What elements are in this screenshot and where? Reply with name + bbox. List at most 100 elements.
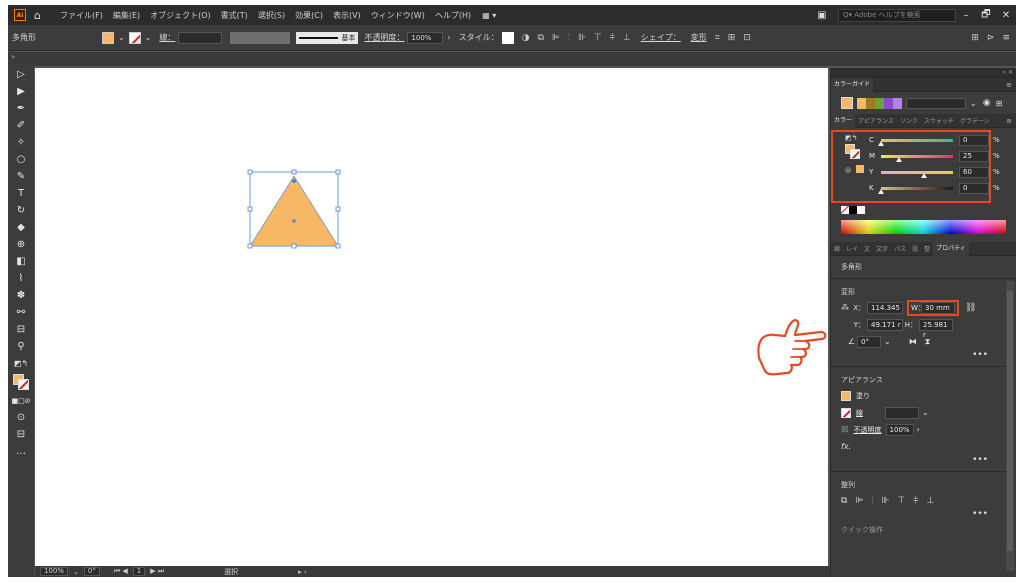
tab-character-styles[interactable]: 文字 xyxy=(873,244,891,253)
corner-widget[interactable] xyxy=(292,179,296,183)
tab-stroke[interactable]: 線 xyxy=(831,244,843,253)
direct-selection-tool-icon[interactable]: ▶ xyxy=(8,83,34,100)
appearance-more-button[interactable]: ••• xyxy=(831,455,1016,467)
eyedropper-tool-icon[interactable]: ⌇ xyxy=(8,270,34,287)
panel-menu-icon[interactable]: ≡ xyxy=(1006,81,1012,89)
opacity-input-panel[interactable]: 100% xyxy=(885,423,914,436)
anchor-point-tool-icon[interactable]: ✧ xyxy=(8,134,34,151)
flip-horizontal-icon[interactable]: ⧓ xyxy=(909,337,917,346)
angle-input[interactable]: 0° xyxy=(857,335,881,348)
black-swatch[interactable] xyxy=(849,206,857,214)
magenta-slider[interactable] xyxy=(881,154,953,162)
blend-tool-icon[interactable]: ⚯ xyxy=(8,304,34,321)
tab-character[interactable]: 文 xyxy=(861,244,873,253)
angle-dropdown-icon[interactable]: ⌄ xyxy=(884,337,891,346)
harmony-strip[interactable] xyxy=(857,97,902,109)
shape-builder-tool-icon[interactable]: ⊕ xyxy=(8,236,34,253)
tab-swatches[interactable]: スウォッチ xyxy=(921,116,957,125)
color-panel-menu-icon[interactable]: ≡ xyxy=(1006,117,1012,125)
white-swatch[interactable] xyxy=(857,206,865,214)
stroke-swatch[interactable] xyxy=(128,31,141,44)
opacity-label[interactable]: 不透明度： xyxy=(364,32,404,43)
menu-help[interactable]: ヘルプ(H) xyxy=(430,10,476,21)
tab-paragraph[interactable]: 段 xyxy=(909,244,921,253)
y-input[interactable]: 49.171 r xyxy=(867,318,903,331)
panel-scroll-thumb[interactable] xyxy=(1007,291,1013,551)
paintbrush-tool-icon[interactable]: ✎ xyxy=(8,168,34,185)
triangle-shape[interactable] xyxy=(249,175,339,247)
panel-align-middle-icon[interactable]: ⫩ xyxy=(913,496,918,506)
out-of-gamut-icon[interactable]: ◎ xyxy=(845,166,851,174)
align-right-icon[interactable]: ⊪ xyxy=(578,33,586,43)
transform-each-icon[interactable]: ⌗ xyxy=(715,33,720,43)
align-middle-icon[interactable]: ⫩ xyxy=(610,33,615,43)
brush-definition-select[interactable]: 基本 xyxy=(296,31,359,44)
tab-appearance[interactable]: アピアランス xyxy=(855,116,897,125)
fill-dropdown-icon[interactable]: ⌄ xyxy=(118,33,125,42)
tab-links[interactable]: リンク xyxy=(897,116,921,125)
shape-link[interactable]: シェイプ： xyxy=(641,32,681,43)
h-input[interactable]: 25.981 r xyxy=(919,318,953,339)
tab-properties[interactable]: プロパティ xyxy=(933,241,969,256)
align-left-icon[interactable]: ⊫ xyxy=(552,33,560,43)
fill-swatch[interactable] xyxy=(102,31,114,44)
close-button[interactable]: ✕ xyxy=(996,10,1016,21)
screen-mode-icon[interactable]: ⊟ xyxy=(8,426,34,443)
curvature-tool-icon[interactable]: ✐ xyxy=(8,117,34,134)
align-more-button[interactable]: ••• xyxy=(831,509,1016,521)
align-top-icon[interactable]: ⊤ xyxy=(594,33,602,43)
next-artboard-icon[interactable]: ▶ ⏭ xyxy=(150,567,164,576)
artboard-number-input[interactable]: 1 xyxy=(132,567,146,576)
save-group-icon[interactable]: ⊞ xyxy=(996,99,1003,108)
stroke-dropdown-icon[interactable]: ⌄ xyxy=(145,33,152,42)
envelope-icon[interactable]: ⊡ xyxy=(743,33,751,43)
yellow-slider[interactable] xyxy=(881,170,953,178)
x-input[interactable]: 114.345 xyxy=(867,301,903,314)
graphic-style-swatch[interactable] xyxy=(501,31,514,44)
cyan-slider[interactable] xyxy=(878,138,953,146)
black-input[interactable]: 0 xyxy=(959,182,989,194)
panel-scrollbar[interactable] xyxy=(1006,281,1014,571)
collapse-dock-icon[interactable]: « ✕ xyxy=(999,69,1016,76)
menu-view[interactable]: 表示(V) xyxy=(328,10,366,21)
selection-tool-icon[interactable]: ▷ xyxy=(8,66,34,83)
align-to-selection-icon[interactable]: ⧉ xyxy=(841,496,847,506)
black-slider[interactable] xyxy=(878,186,953,194)
menu-window[interactable]: ウィンドウ(W) xyxy=(366,10,430,21)
zoom-level-select[interactable]: 100% xyxy=(40,567,69,576)
menu-effect[interactable]: 効果(C) xyxy=(290,10,328,21)
color-spectrum[interactable] xyxy=(841,220,1006,234)
menu-file[interactable]: ファイル(F) xyxy=(55,10,108,21)
stroke-label[interactable]: 線 xyxy=(856,408,863,418)
home-icon[interactable]: ⌂ xyxy=(34,9,41,22)
yellow-input[interactable]: 60 xyxy=(959,166,989,178)
pen-tool-icon[interactable]: ✒ xyxy=(8,100,34,117)
zoom-tool-icon[interactable]: ⚲ xyxy=(8,338,34,355)
menu-edit[interactable]: 編集(E) xyxy=(108,10,145,21)
transform-link[interactable]: 変形 xyxy=(691,32,707,43)
color-mode-icons[interactable]: ■□⊘ xyxy=(8,392,34,409)
zoom-dropdown-icon[interactable]: ⌄ xyxy=(73,568,79,576)
workspace-layout-button[interactable]: ▦ ▾ xyxy=(482,11,496,20)
draw-mode-icon[interactable]: ⊙ xyxy=(8,409,34,426)
panel-align-left-icon[interactable]: ⊫ xyxy=(855,496,863,506)
fill-stroke-indicator[interactable] xyxy=(8,372,34,392)
appearance-stroke-swatch[interactable] xyxy=(841,407,851,418)
artboard-tool-icon[interactable]: ⊟ xyxy=(8,321,34,338)
rotate-tool-icon[interactable]: ↻ xyxy=(8,202,34,219)
collapse-icon[interactable]: » xyxy=(11,53,15,61)
tab-color-guide[interactable]: カラーガイド xyxy=(831,77,874,92)
default-colors-icon[interactable]: ◩↰ xyxy=(845,134,857,142)
variable-width-select[interactable] xyxy=(230,31,291,44)
align-bottom-icon[interactable]: ⊥ xyxy=(623,33,631,43)
in-gamut-swatch[interactable] xyxy=(856,165,864,173)
rotation-select[interactable]: 0° xyxy=(83,567,100,576)
opacity-expand-icon[interactable]: › xyxy=(447,33,450,42)
panel-options-icon[interactable]: ⊳ xyxy=(987,33,995,43)
status-arrows-icon[interactable]: ▸ ‹ xyxy=(298,568,307,576)
w-input[interactable]: 30 mm xyxy=(921,301,955,314)
align-to-icon[interactable]: ⧉ xyxy=(537,33,543,43)
menu-type[interactable]: 書式(T) xyxy=(216,10,253,21)
symbol-sprayer-tool-icon[interactable]: ✽ xyxy=(8,287,34,304)
panel-align-right-icon[interactable]: ⊪ xyxy=(882,496,890,506)
